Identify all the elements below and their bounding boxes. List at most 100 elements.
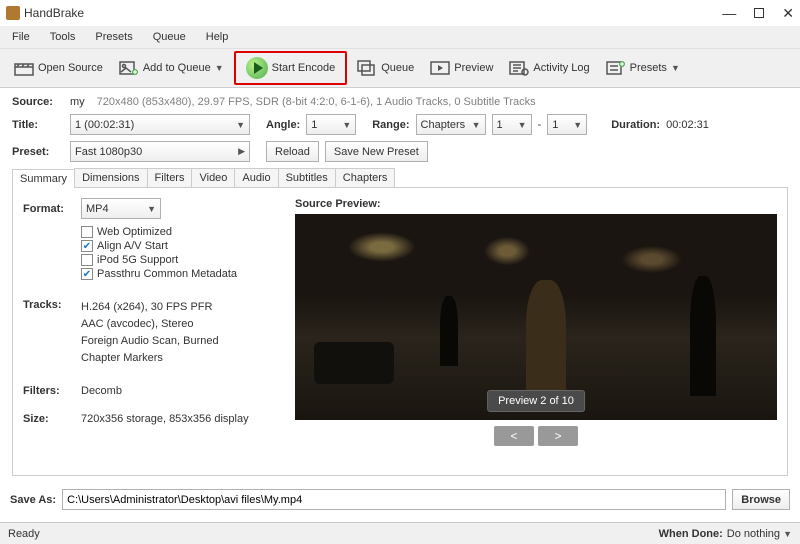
track-chapters: Chapter Markers — [81, 350, 219, 367]
tab-video[interactable]: Video — [191, 168, 235, 187]
chevron-down-icon: ▼ — [514, 120, 527, 130]
close-button[interactable]: ✕ — [782, 6, 794, 20]
web-optimized-label: Web Optimized — [97, 226, 172, 238]
chevron-down-icon: ▼ — [569, 120, 582, 130]
source-label: Source: — [12, 96, 64, 108]
toolbar: Open Source Add to Queue ▼ Start Encode … — [0, 48, 800, 88]
range-type-select[interactable]: Chapters▼ — [416, 114, 486, 135]
start-encode-button[interactable]: Start Encode — [234, 51, 348, 85]
add-to-queue-button[interactable]: Add to Queue ▼ — [113, 57, 230, 79]
track-audio: AAC (avcodec), Stereo — [81, 316, 219, 333]
open-source-label: Open Source — [38, 62, 103, 74]
minimize-button[interactable]: — — [722, 6, 736, 20]
presets-button[interactable]: Presets ▼ — [600, 57, 686, 79]
tracks-label: Tracks: — [23, 299, 81, 367]
size-value: 720x356 storage, 853x356 display — [81, 413, 249, 425]
statusbar: Ready When Done: Do nothing ▼ — [0, 522, 800, 544]
queue-icon — [357, 59, 377, 77]
passthru-meta-checkbox[interactable]: ✔ — [81, 268, 93, 280]
add-to-queue-label: Add to Queue — [143, 62, 211, 74]
image-plus-icon — [119, 59, 139, 77]
ipod-5g-checkbox[interactable] — [81, 254, 93, 266]
preview-play-icon — [430, 59, 450, 77]
tab-audio[interactable]: Audio — [234, 168, 278, 187]
range-to-select[interactable]: 1▼ — [547, 114, 587, 135]
preview-label: Preview — [454, 62, 493, 74]
chevron-down-icon: ▼ — [232, 120, 245, 130]
track-video: H.264 (x264), 30 FPS PFR — [81, 299, 219, 316]
filters-label: Filters: — [23, 385, 81, 397]
open-source-button[interactable]: Open Source — [8, 57, 109, 79]
web-optimized-checkbox[interactable] — [81, 226, 93, 238]
presets-label: Presets — [630, 62, 667, 74]
browse-button[interactable]: Browse — [732, 489, 790, 510]
app-icon — [6, 6, 20, 20]
source-row: Source: my 720x480 (853x480), 29.97 FPS,… — [12, 96, 788, 108]
chevron-down-icon: ▼ — [143, 204, 156, 214]
passthru-meta-label: Passthru Common Metadata — [97, 268, 237, 280]
chevron-down-icon: ▼ — [338, 120, 351, 130]
activity-log-button[interactable]: Activity Log — [503, 57, 595, 79]
format-select[interactable]: MP4▼ — [81, 198, 161, 219]
preview-prev-button[interactable]: < — [494, 426, 534, 446]
align-av-label: Align A/V Start — [97, 240, 168, 252]
tab-summary[interactable]: Summary — [12, 169, 75, 188]
range-label: Range: — [372, 119, 409, 131]
duration-value: 00:02:31 — [666, 119, 709, 131]
preview-shape — [440, 296, 458, 366]
preview-next-button[interactable]: > — [538, 426, 578, 446]
chevron-down-icon: ▼ — [671, 63, 680, 73]
menu-tools[interactable]: Tools — [42, 29, 84, 45]
start-encode-label: Start Encode — [272, 62, 336, 74]
preview-shape — [526, 280, 566, 390]
chevron-down-icon: ▼ — [468, 120, 481, 130]
size-label: Size: — [23, 413, 81, 425]
when-done-select[interactable]: Do nothing ▼ — [727, 528, 792, 540]
activity-log-icon — [509, 59, 529, 77]
track-subtitle: Foreign Audio Scan, Burned — [81, 333, 219, 350]
menu-file[interactable]: File — [4, 29, 38, 45]
filters-value: Decomb — [81, 385, 122, 397]
format-label: Format: — [23, 203, 81, 215]
titlebar: HandBrake — ✕ — [0, 0, 800, 26]
status-ready: Ready — [8, 528, 40, 540]
source-preview[interactable]: Preview 2 of 10 — [295, 214, 777, 420]
presets-icon — [606, 59, 626, 77]
queue-button[interactable]: Queue — [351, 57, 420, 79]
save-new-preset-button[interactable]: Save New Preset — [325, 141, 428, 162]
save-as-label: Save As: — [10, 494, 56, 506]
preset-label: Preset: — [12, 146, 64, 158]
chevron-down-icon: ▼ — [783, 529, 792, 539]
preset-select[interactable]: Fast 1080p30▶ — [70, 141, 250, 162]
ipod-5g-label: iPod 5G Support — [97, 254, 178, 266]
source-info: 720x480 (853x480), 29.97 FPS, SDR (8-bit… — [97, 96, 536, 108]
play-icon — [246, 57, 268, 79]
save-as-input[interactable] — [62, 489, 726, 510]
clapper-icon — [14, 59, 34, 77]
preview-button[interactable]: Preview — [424, 57, 499, 79]
tab-chapters[interactable]: Chapters — [335, 168, 396, 187]
angle-select[interactable]: 1▼ — [306, 114, 356, 135]
maximize-button[interactable] — [754, 8, 764, 18]
tab-dimensions[interactable]: Dimensions — [74, 168, 147, 187]
preview-shape — [690, 276, 716, 396]
reload-preset-button[interactable]: Reload — [266, 141, 319, 162]
chevron-right-icon: ▶ — [234, 146, 245, 157]
range-from-select[interactable]: 1▼ — [492, 114, 532, 135]
title-select[interactable]: 1 (00:02:31)▼ — [70, 114, 250, 135]
app-title: HandBrake — [24, 6, 84, 20]
align-av-checkbox[interactable]: ✔ — [81, 240, 93, 252]
duration-label: Duration: — [611, 119, 660, 131]
queue-label: Queue — [381, 62, 414, 74]
preview-shape — [314, 342, 394, 384]
angle-label: Angle: — [266, 119, 300, 131]
menu-queue[interactable]: Queue — [145, 29, 194, 45]
menubar: File Tools Presets Queue Help — [0, 26, 800, 48]
menu-help[interactable]: Help — [198, 29, 237, 45]
preview-counter: Preview 2 of 10 — [487, 390, 585, 412]
chevron-down-icon: ▼ — [215, 63, 224, 73]
tab-subtitles[interactable]: Subtitles — [278, 168, 336, 187]
tab-filters[interactable]: Filters — [147, 168, 193, 187]
menu-presets[interactable]: Presets — [87, 29, 140, 45]
range-dash: - — [538, 119, 542, 131]
